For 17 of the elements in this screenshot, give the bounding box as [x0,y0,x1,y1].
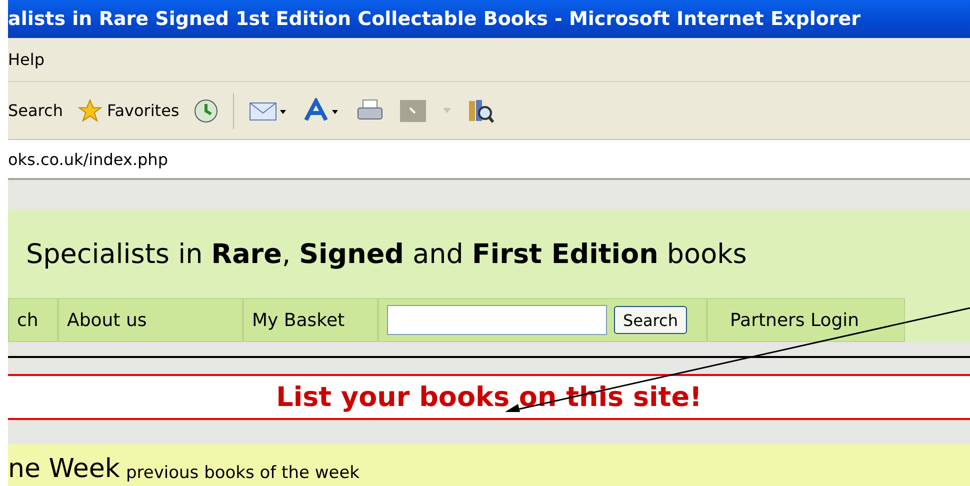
banner-link[interactable]: List your books on this site! [276,382,702,412]
nav-link[interactable]: My Basket [243,298,378,342]
search-field[interactable] [387,305,607,335]
section-heading: ne Week [8,454,120,484]
nav-link[interactable]: About us [58,298,243,342]
nav-link[interactable]: Partners Login [707,298,905,342]
favorites-button[interactable]: Favorites [76,98,180,124]
history-icon[interactable] [193,98,220,124]
search-button[interactable]: Search [614,306,687,334]
section-link[interactable]: previous books of the week [126,462,360,484]
star-icon [76,98,103,124]
search-button[interactable]: Search [8,101,63,120]
nav-link[interactable]: ch [8,298,58,342]
address-field[interactable]: oks.co.uk/index.php [8,150,168,168]
window-title: alists in Rare Signed 1st Edition Collectable Books - Microsoft Internet Explorer [8,8,861,30]
menu-item[interactable]: Help [8,50,44,69]
tagline: Specialists in Rare, Signed and First Edition books [26,238,747,270]
